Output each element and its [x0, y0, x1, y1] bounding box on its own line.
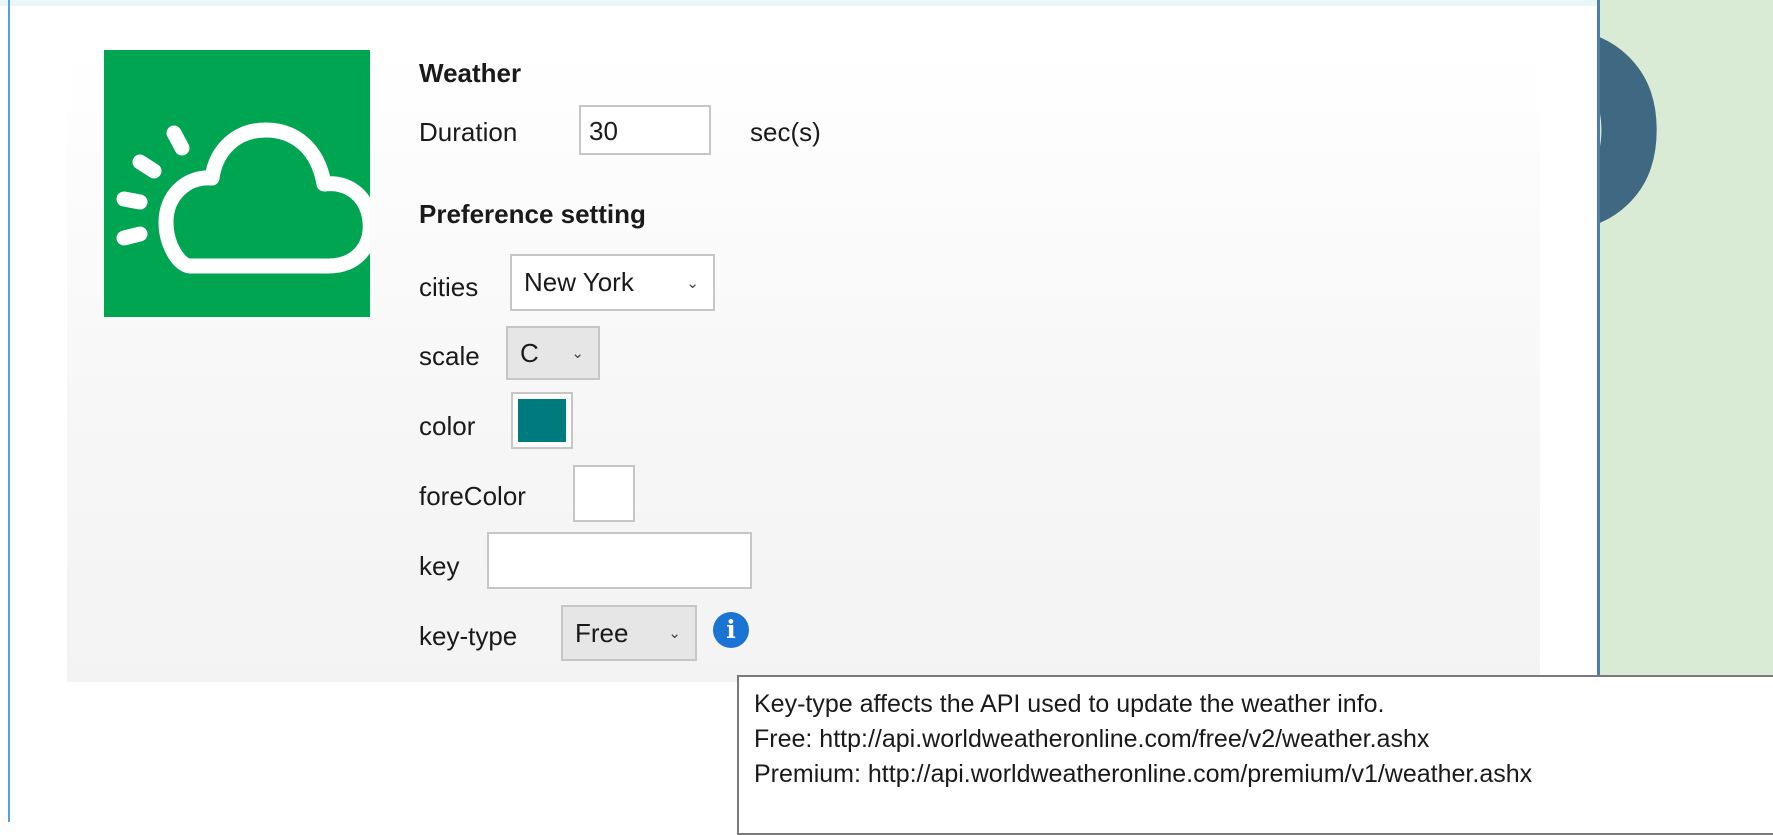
window-top-strip [0, 0, 1597, 6]
cities-dropdown-value: New York [524, 267, 634, 297]
scale-dropdown[interactable]: C ⌄ [506, 326, 600, 380]
forecolor-picker[interactable] [573, 465, 635, 522]
chevron-down-icon: ⌄ [668, 625, 681, 642]
color-picker[interactable] [511, 392, 573, 449]
forecolor-swatch [580, 472, 628, 515]
duration-input[interactable]: 30 [579, 105, 711, 155]
key-type-dropdown-value: Free [575, 617, 629, 648]
key-type-dropdown[interactable]: Free ⌄ [561, 605, 697, 661]
color-swatch [518, 399, 566, 442]
background-preview-letter: D [1600, 0, 1672, 279]
forecolor-label: foreColor [419, 481, 526, 511]
sun-cloud-icon [116, 122, 370, 274]
window-left-border [8, 0, 10, 822]
duration-unit-label: sec(s) [750, 117, 821, 147]
widget-title: Weather [419, 58, 522, 88]
key-input[interactable] [487, 532, 752, 589]
tooltip-line: Key-type affects the API used to update … [754, 690, 1385, 718]
key-type-tooltip: Key-type affects the API used to update … [737, 675, 1773, 835]
key-type-label: key-type [419, 621, 518, 651]
preference-setting-heading: Preference setting [419, 199, 646, 229]
tooltip-line: Free: http://api.worldweatheronline.com/… [754, 725, 1430, 753]
color-label: color [419, 411, 476, 441]
chevron-down-icon: ⌄ [571, 345, 584, 362]
key-label: key [419, 551, 460, 581]
weather-app-icon [104, 50, 370, 317]
scale-dropdown-value: C [520, 337, 539, 368]
tooltip-line: Premium: http://api.worldweatheronline.c… [754, 760, 1533, 788]
duration-label: Duration [419, 117, 518, 147]
chevron-down-icon: ⌄ [686, 274, 699, 292]
info-icon[interactable]: i [713, 612, 749, 648]
scale-label: scale [419, 341, 480, 371]
cities-dropdown[interactable]: New York ⌄ [510, 254, 715, 311]
cities-label: cities [419, 272, 479, 302]
